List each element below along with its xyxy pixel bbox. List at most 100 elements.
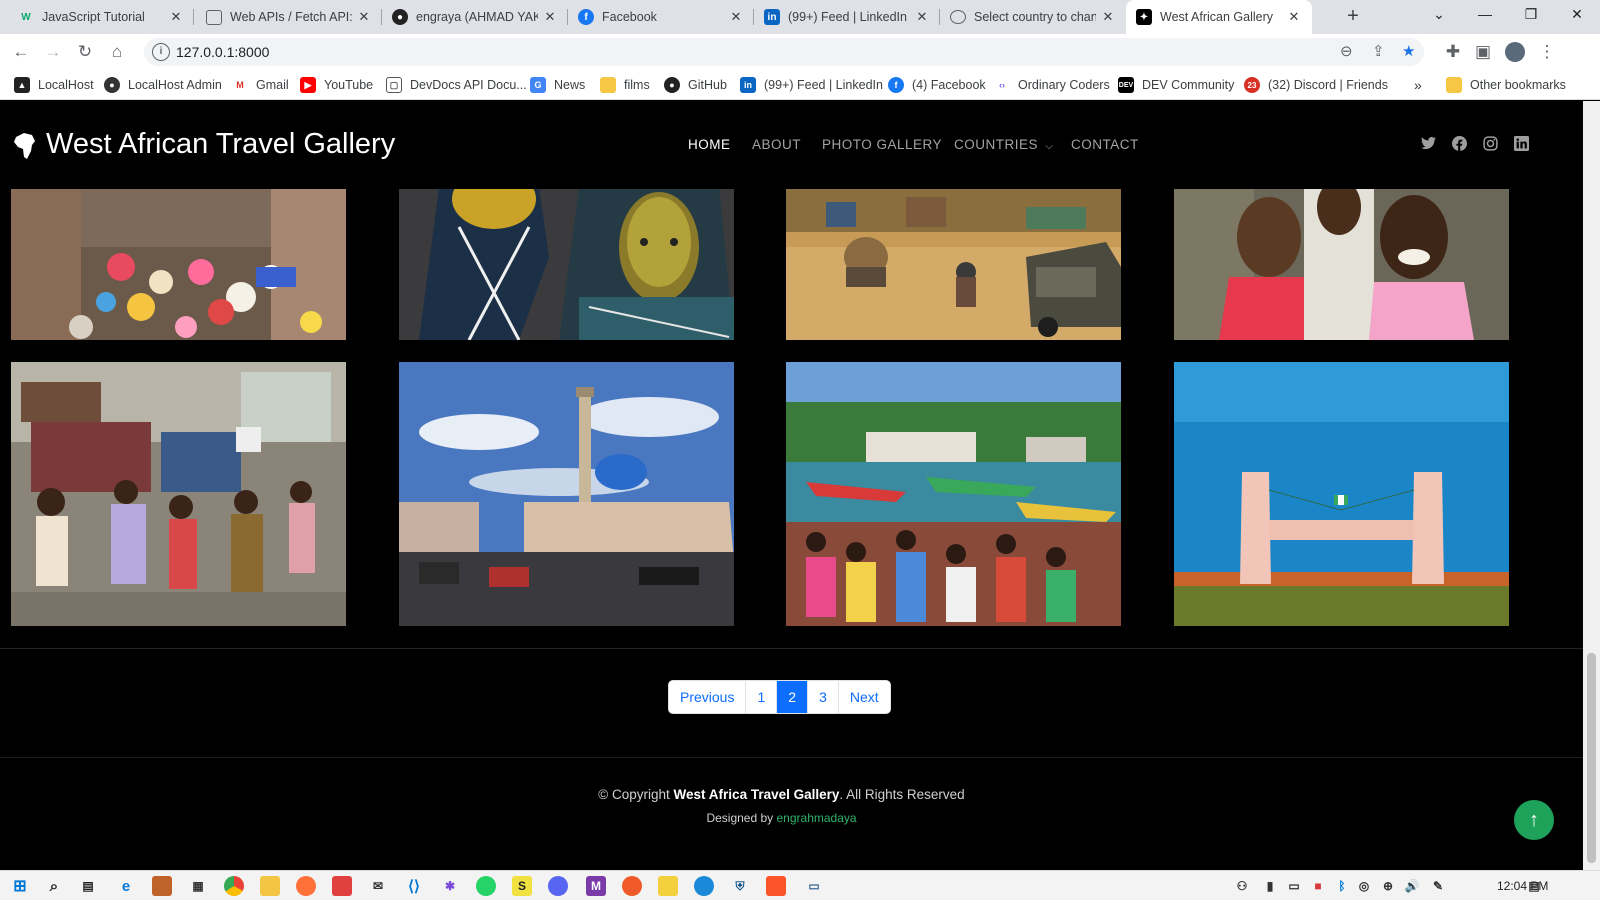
chrome-icon[interactable] <box>224 876 244 896</box>
tab-javascript-tutorial[interactable]: W JavaScript Tutorial ✕ <box>8 0 194 34</box>
bookmark-facebook[interactable]: f (4) Facebook <box>888 76 986 94</box>
other-bookmarks[interactable]: Other bookmarks <box>1446 76 1566 94</box>
discord-icon[interactable] <box>548 876 568 896</box>
gallery-photo-street[interactable] <box>786 187 1121 340</box>
bookmark-news[interactable]: G News <box>530 76 585 94</box>
instagram-icon[interactable] <box>1482 136 1498 152</box>
tab-select-country[interactable]: Select country to chang ✕ <box>940 0 1126 34</box>
site-info-icon[interactable]: i <box>152 43 170 61</box>
pen-icon[interactable]: ✎ <box>1428 876 1448 896</box>
firefox-icon[interactable] <box>296 876 316 896</box>
close-icon[interactable]: ✕ <box>914 9 930 25</box>
nav-contact[interactable]: CONTACT <box>1071 137 1139 152</box>
app-icon[interactable] <box>694 876 714 896</box>
store-icon[interactable]: ▦ <box>188 876 208 896</box>
tab-west-african-gallery[interactable]: ✦ West African Gallery ✕ <box>1126 0 1312 34</box>
gallery-photo-city-gate[interactable] <box>1174 362 1509 626</box>
close-icon[interactable]: ✕ <box>542 9 558 25</box>
restore-button[interactable]: ❐ <box>1508 0 1554 30</box>
bookmark-github[interactable]: ● GitHub <box>664 76 727 94</box>
bookmark-ordinary-coders[interactable]: ‹› Ordinary Coders <box>994 76 1110 94</box>
tab-search-icon[interactable]: ⌄ <box>1416 0 1462 30</box>
nav-about[interactable]: ABOUT <box>752 137 801 152</box>
gallery-photo-mosque[interactable] <box>399 362 734 626</box>
windows-start-icon[interactable]: ⊞ <box>10 876 30 896</box>
facebook-icon[interactable] <box>1451 136 1467 152</box>
app-icon[interactable]: M <box>586 876 606 896</box>
forward-arrow-icon[interactable]: → <box>40 40 66 64</box>
bookmark-dev-community[interactable]: DEV DEV Community <box>1118 76 1234 94</box>
menu-icon[interactable]: ⋮ <box>1534 40 1560 64</box>
nav-photo-gallery[interactable]: PHOTO GALLERY <box>822 137 942 152</box>
app-icon[interactable]: ▭ <box>804 876 824 896</box>
bookmark-discord[interactable]: 23 (32) Discord | Friends <box>1244 76 1388 94</box>
back-arrow-icon[interactable]: ← <box>8 40 34 64</box>
pagination-page-3[interactable]: 3 <box>808 681 839 713</box>
avatar[interactable] <box>1502 40 1528 64</box>
share-icon[interactable]: ⇪ <box>1372 42 1385 60</box>
gallery-photo-market[interactable] <box>11 187 346 340</box>
vscode-icon[interactable]: ⟨⟩ <box>404 876 424 896</box>
back-to-top-button[interactable]: ↑ <box>1514 800 1554 840</box>
bookmark-devdocs[interactable]: ▢ DevDocs API Docu... <box>386 76 527 94</box>
sublime-icon[interactable]: S <box>512 876 532 896</box>
close-window-button[interactable]: ✕ <box>1554 0 1600 30</box>
app-icon[interactable]: ⛨ <box>730 876 750 896</box>
scrollbar-thumb[interactable] <box>1587 653 1596 863</box>
bookmark-youtube[interactable]: ▶ YouTube <box>300 76 373 94</box>
tab-linkedin[interactable]: in (99+) Feed | LinkedIn ✕ <box>754 0 940 34</box>
gallery-photo-children[interactable] <box>1174 187 1509 340</box>
bluetooth-icon[interactable]: ᛒ <box>1332 876 1352 896</box>
tab-github[interactable]: ● engraya (AHMAD YAKU ✕ <box>382 0 568 34</box>
address-bar[interactable]: i 127.0.0.1:8000 ⊖ ⇪ ★ <box>144 38 1424 66</box>
close-icon[interactable]: ✕ <box>356 9 372 25</box>
pagination-previous[interactable]: Previous <box>669 681 747 713</box>
zoom-icon[interactable]: ⊖ <box>1340 42 1353 60</box>
app-icon[interactable] <box>658 876 678 896</box>
home-icon[interactable]: ⌂ <box>104 40 130 64</box>
site-logo[interactable]: West African Travel Gallery <box>46 128 395 161</box>
edge-icon[interactable]: e <box>116 876 136 896</box>
tab-web-apis[interactable]: Web APIs / Fetch API: U ✕ <box>196 0 382 34</box>
bookmark-gmail[interactable]: M Gmail <box>232 76 289 94</box>
notifications-icon[interactable]: ▤ <box>1524 876 1544 896</box>
close-icon[interactable]: ✕ <box>1286 9 1302 25</box>
mail-icon[interactable]: ✉ <box>368 876 388 896</box>
app-icon[interactable] <box>152 876 172 896</box>
close-icon[interactable]: ✕ <box>168 9 184 25</box>
bookmark-star-icon[interactable]: ★ <box>1402 42 1415 60</box>
globe-icon[interactable]: ◎ <box>1354 876 1374 896</box>
postman-icon[interactable] <box>622 876 642 896</box>
search-icon[interactable]: ⌕ <box>44 876 64 896</box>
minimize-button[interactable]: — <box>1462 0 1508 30</box>
extensions-icon[interactable]: ✚ <box>1440 40 1466 64</box>
pagination-page-1[interactable]: 1 <box>746 681 778 713</box>
designer-link[interactable]: engrahmadaya <box>777 811 857 825</box>
reload-icon[interactable]: ↻ <box>72 40 98 64</box>
language-icon[interactable]: ⊕ <box>1378 876 1398 896</box>
brave-icon[interactable] <box>766 876 786 896</box>
side-panel-icon[interactable]: ▣ <box>1470 40 1496 64</box>
tray-icon[interactable]: ▮ <box>1260 876 1280 896</box>
bookmark-films[interactable]: films <box>600 76 650 94</box>
page-scrollbar[interactable] <box>1583 101 1600 870</box>
gallery-photo-busy-street[interactable] <box>11 362 346 626</box>
tray-icon[interactable]: ▭ <box>1284 876 1304 896</box>
twitter-icon[interactable] <box>1420 136 1436 152</box>
new-tab-button[interactable]: + <box>1340 5 1366 29</box>
app-icon[interactable] <box>332 876 352 896</box>
bookmark-localhost[interactable]: ▲ LocalHost <box>14 76 94 94</box>
nav-home[interactable]: HOME <box>688 137 731 152</box>
nav-countries[interactable]: COUNTRIES ⌵ <box>954 137 1053 152</box>
gallery-photo-fishing-port[interactable] <box>786 362 1121 626</box>
bookmark-linkedin[interactable]: in (99+) Feed | LinkedIn <box>740 76 883 94</box>
whatsapp-icon[interactable] <box>476 876 496 896</box>
volume-icon[interactable]: 🔊 <box>1402 876 1422 896</box>
people-icon[interactable]: ⚇ <box>1232 876 1252 896</box>
task-view-icon[interactable]: ▤ <box>78 876 98 896</box>
pagination-page-2-current[interactable]: 2 <box>777 681 809 713</box>
file-explorer-icon[interactable] <box>260 876 280 896</box>
close-icon[interactable]: ✕ <box>1100 9 1116 25</box>
bookmark-localhost-admin[interactable]: ● LocalHost Admin <box>104 76 222 94</box>
tab-facebook[interactable]: f Facebook ✕ <box>568 0 754 34</box>
